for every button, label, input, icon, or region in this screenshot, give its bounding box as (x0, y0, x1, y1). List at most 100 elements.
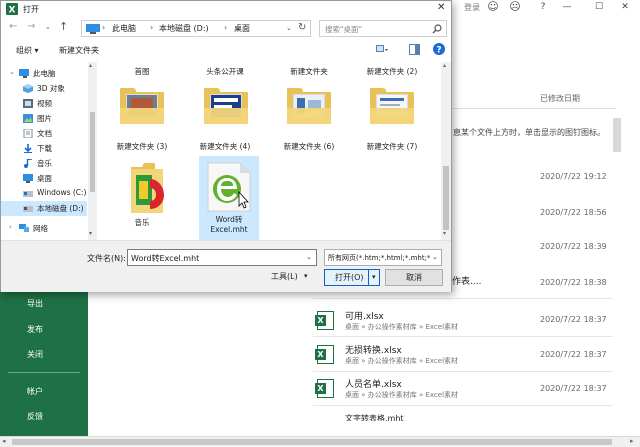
scroll-left-icon[interactable]: ◂ (2, 437, 6, 445)
search-placeholder: 搜索"桌面" (325, 25, 362, 34)
pc-icon (86, 24, 100, 34)
nav-windows-c[interactable]: Windows (C:) (1, 186, 87, 201)
horizontal-scrollbar[interactable]: ◂ ▸ (0, 436, 640, 447)
nav-documents[interactable]: 文档 (1, 126, 87, 141)
drive-icon (23, 191, 33, 197)
chevron-down-icon[interactable]: ⌄ (432, 253, 438, 261)
search-field[interactable]: 搜索"桌面" (319, 20, 447, 37)
item-label[interactable]: 首图 (104, 67, 180, 77)
nav-network[interactable]: › 网络 (1, 221, 87, 236)
breadcrumb-this-pc[interactable]: 此电脑 (112, 23, 136, 34)
nav-this-pc[interactable]: ⌄ 此电脑 (1, 66, 87, 81)
scroll-down-icon[interactable]: ▾ (443, 230, 446, 237)
scroll-right-icon[interactable]: ▸ (630, 437, 634, 445)
scroll-up-icon[interactable]: ▴ (89, 62, 92, 69)
scrollbar-thumb[interactable] (12, 439, 612, 445)
nav-videos[interactable]: 视频 (1, 96, 87, 111)
item-label[interactable]: 新建文件夹 (271, 67, 347, 77)
nav-desktop[interactable]: 桌面 (1, 171, 87, 186)
row-date: 2020/7/22 18:37 (540, 350, 607, 359)
view-options-icon[interactable] (376, 45, 388, 55)
filetype-select[interactable]: 所有网页(*.htm;*.html;*.mht;*. ⌄ (324, 249, 442, 266)
recent-file-row[interactable]: X 可用.xlsx 桌面 » 办公操作素材库 » Excel素材 (313, 309, 613, 339)
filename-label: 文件名(N): (87, 254, 126, 263)
cancel-button[interactable]: 取消 (385, 269, 443, 286)
scroll-down-icon[interactable]: ▾ (89, 230, 92, 237)
signin-link[interactable]: 登录 (464, 2, 480, 13)
sidebar-export[interactable]: 导出 (27, 298, 43, 309)
scroll-up-icon[interactable]: ▴ (443, 62, 446, 69)
open-options-icon[interactable]: ▾ (368, 270, 376, 285)
smiley-icon[interactable]: ☺ (482, 0, 504, 14)
nav-label: 文档 (37, 129, 52, 138)
search-icon (432, 24, 442, 34)
music-icon (24, 159, 33, 168)
file-list-pane: 首图 头条公开课 新建文件夹 新建文件夹 (2) 新建文件夹 (3) 新建文件夹… (98, 62, 441, 240)
selected-file-label: Word转 Excel.mht (199, 215, 259, 235)
nav-pictures[interactable]: 图片 (1, 111, 87, 126)
organize-button[interactable]: 组织 ▾ (16, 45, 39, 56)
sidebar-publish[interactable]: 发布 (27, 324, 43, 335)
cut-off-file-name[interactable]: 文字转表格.mht (345, 413, 404, 421)
excel-app-icon: X (6, 3, 18, 15)
expand-arrow-icon[interactable]: ⌄ (9, 68, 15, 76)
forward-arrow-icon[interactable]: → (27, 21, 35, 32)
address-dropdown-icon[interactable]: ⌄ (286, 24, 292, 32)
expand-arrow-icon[interactable]: › (9, 223, 12, 231)
help-icon[interactable]: ? (532, 0, 554, 14)
preview-pane-icon[interactable] (409, 44, 420, 55)
maximize-button[interactable]: ☐ (588, 0, 610, 14)
nav-downloads[interactable]: 下载 (1, 141, 87, 156)
minimize-button[interactable]: — (556, 0, 578, 14)
cube-icon (23, 84, 33, 93)
open-button[interactable]: 打开(O) (335, 270, 364, 285)
document-icon (23, 129, 33, 138)
help-icon[interactable]: ? (433, 43, 445, 55)
nav-label: 网络 (33, 224, 48, 233)
up-arrow-icon[interactable]: ↑ (59, 20, 68, 33)
excel-file-icon: X (315, 311, 334, 330)
close-icon[interactable]: ✕ (437, 2, 445, 13)
partial-file-name[interactable]: 作表.... (452, 274, 481, 287)
item-label[interactable]: 头条公开课 (187, 67, 263, 77)
file-list-scrollbar[interactable]: ▴ ▾ (441, 62, 451, 240)
refresh-icon[interactable]: ↻ (298, 22, 306, 33)
new-folder-button[interactable]: 新建文件夹 (59, 45, 99, 56)
backstage-scrollbar[interactable] (613, 118, 621, 152)
excel-file-icon: X (315, 345, 334, 364)
pin-hint: 恴某个文件上方时，单击显示的图钉图标。 (453, 128, 605, 137)
address-bar[interactable]: › 此电脑 › 本地磁盘 (D:) › 桌面 ⌄ ↻ (81, 20, 311, 37)
nav-3d-objects[interactable]: 3D 对象 (1, 81, 87, 96)
sidebar-account[interactable]: 帐户 (27, 386, 43, 397)
close-window-button[interactable]: ✕ (614, 0, 636, 14)
nav-local-disk-d[interactable]: 本地磁盘 (D:) (1, 201, 87, 216)
sidebar-feedback[interactable]: 反馈 (27, 411, 43, 422)
row-date: 2020/7/22 18:37 (540, 315, 607, 324)
selected-file-item[interactable]: Word转 Excel.mht (199, 156, 259, 240)
address-row: ← → ⌄ ↑ › 此电脑 › 本地磁盘 (D:) › 桌面 ⌄ ↻ 搜索"桌面… (1, 18, 451, 38)
sidebar-divider (8, 372, 80, 373)
row-divider (313, 336, 613, 337)
breadcrumb-desktop[interactable]: 桌面 (234, 23, 250, 34)
recent-file-name: 无损转换.xlsx (345, 346, 402, 356)
breadcrumb-drive[interactable]: 本地磁盘 (D:) (159, 23, 209, 34)
scrollbar-thumb[interactable] (443, 166, 449, 230)
column-header-modified[interactable]: 已修改日期 (540, 93, 580, 104)
filename-input[interactable]: Word转Excel.mht ⌄ (127, 249, 317, 266)
breadcrumb-sep: › (224, 23, 228, 32)
recent-locations-icon[interactable]: ⌄ (45, 23, 51, 31)
back-arrow-icon[interactable]: ← (9, 21, 17, 32)
tools-dropdown-icon[interactable]: ▾ (304, 272, 308, 280)
nav-music[interactable]: 音乐 (1, 156, 87, 171)
frown-icon[interactable]: ☹ (504, 0, 526, 14)
scrollbar-thumb[interactable] (90, 112, 95, 192)
sidebar-close[interactable]: 关闭 (27, 349, 43, 360)
nav-scrollbar[interactable]: ▴ ▾ (88, 62, 97, 240)
item-label[interactable]: 新建文件夹 (2) (354, 67, 430, 77)
nav-label: 本地磁盘 (D:) (37, 204, 84, 213)
excel-file-icon: X (315, 379, 334, 398)
navigation-pane: ⌄ 此电脑 3D 对象 视频 图片 文档 下载 音乐 桌面 Windows (C… (1, 62, 98, 240)
chevron-down-icon[interactable]: ⌄ (306, 253, 312, 261)
tools-menu[interactable]: 工具(L) (271, 271, 298, 282)
open-split-button[interactable]: 打开(O) ▾ (324, 269, 380, 286)
